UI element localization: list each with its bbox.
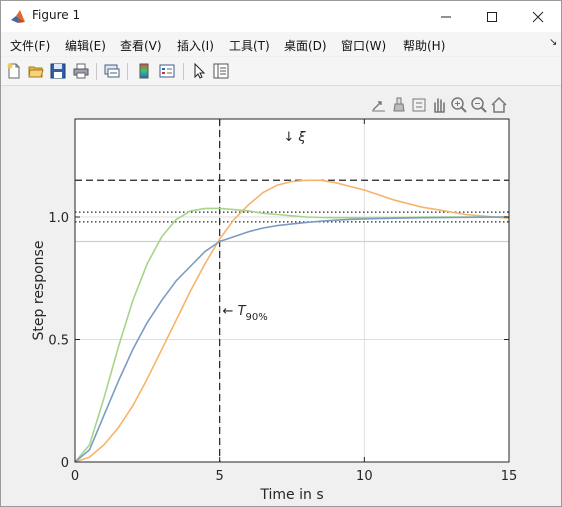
x-axis-label: Time in s bbox=[259, 487, 323, 503]
x-tick-label: 10 bbox=[356, 469, 373, 484]
x-tick-label: 0 bbox=[71, 469, 79, 484]
y-tick-label: 0 bbox=[61, 456, 69, 471]
y-axis-label: Step response bbox=[31, 241, 47, 341]
x-tick-label: 15 bbox=[501, 469, 518, 484]
step-response-chart[interactable]: 0 5 10 15 0 0.5 1.0 Time in s Step response ↓ … bbox=[1, 1, 561, 506]
y-tick-label: 1.0 bbox=[48, 211, 69, 226]
y-tick-label: 0.5 bbox=[48, 334, 69, 349]
annotation-text: ↓ ξ bbox=[283, 130, 306, 145]
axes-background bbox=[75, 119, 509, 462]
figure-window: Figure 1 文件(F) 编辑(E) 查看(V) 插入(I) 工具(T) 桌… bbox=[0, 0, 562, 507]
x-tick-label: 5 bbox=[216, 469, 224, 484]
